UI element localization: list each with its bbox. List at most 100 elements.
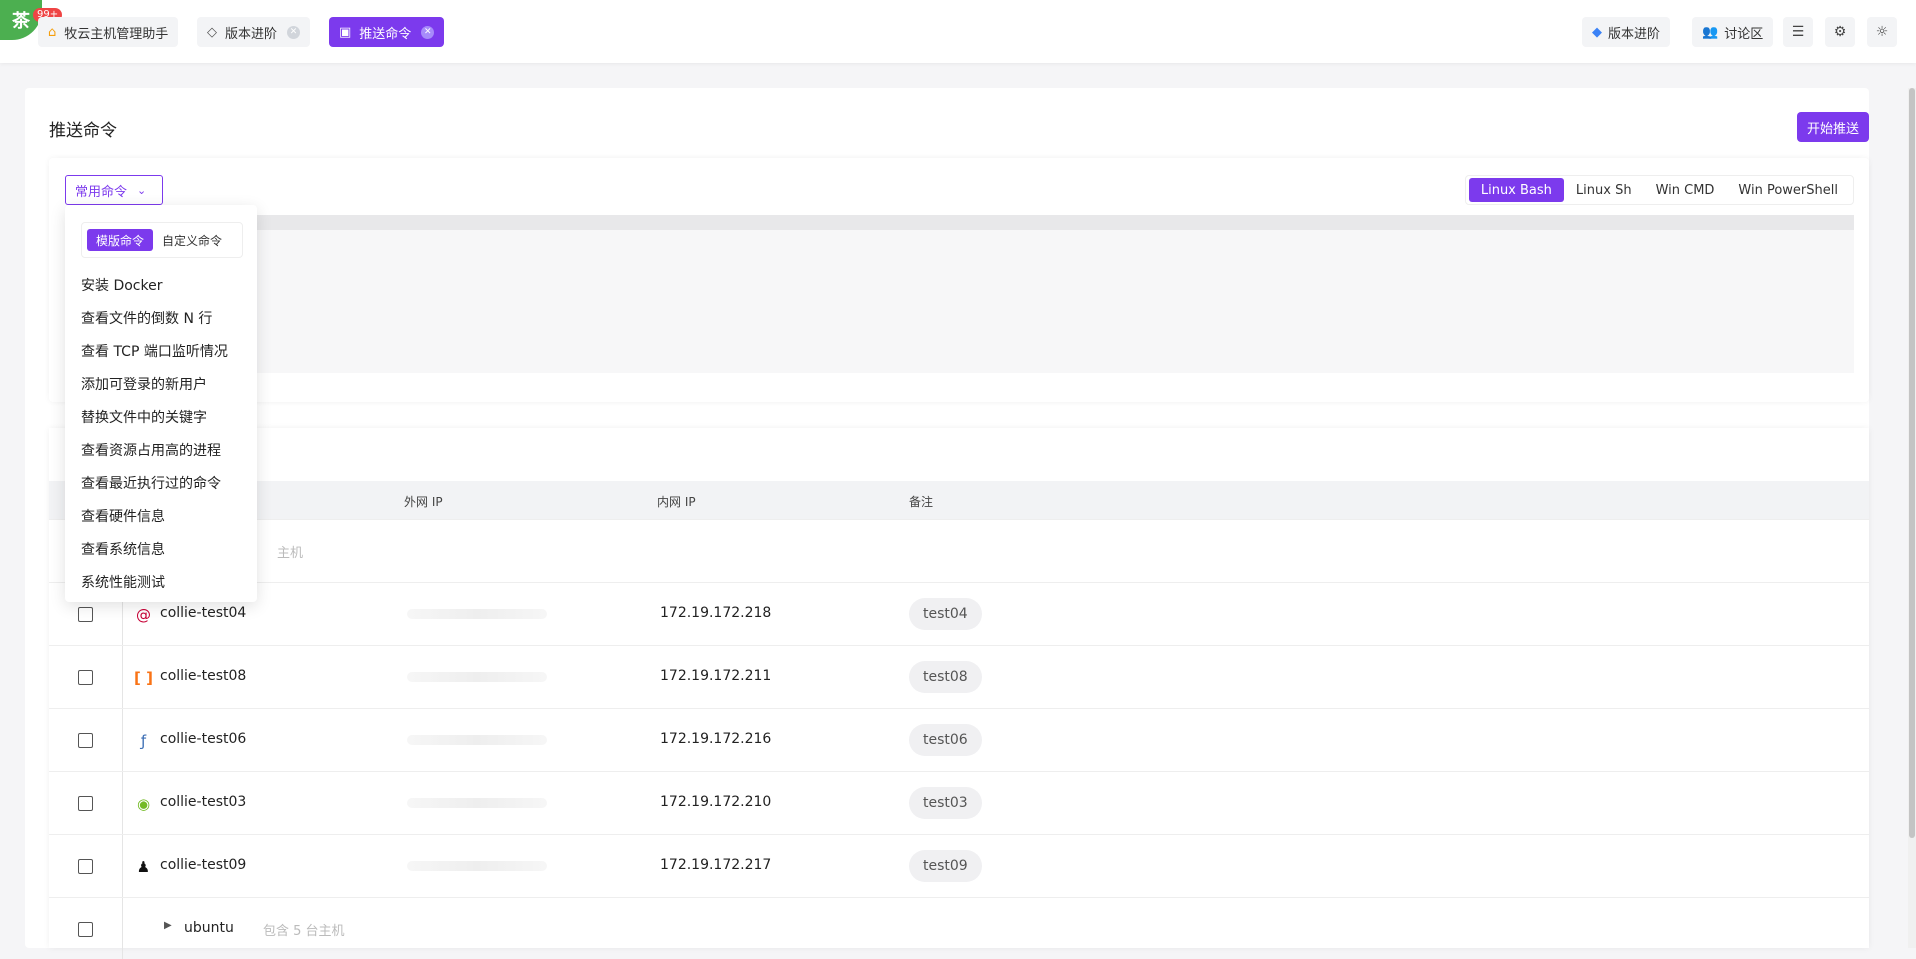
- col-note: 备注: [909, 495, 934, 509]
- users-icon: 👥: [1702, 24, 1719, 40]
- linux-tux-icon: ♟: [136, 857, 151, 876]
- host-table-panel: 外网 IP 内网 IP 备注 主机 @ collie-test04 172.19…: [49, 428, 1869, 959]
- tab-upgrade[interactable]: ◇ 版本进阶 ✕: [197, 17, 311, 47]
- close-icon[interactable]: ✕: [287, 25, 301, 39]
- shell-linux-sh[interactable]: Linux Sh: [1564, 178, 1644, 202]
- private-ip: 172.19.172.218: [660, 605, 772, 621]
- opensuse-icon: ◉: [136, 794, 151, 813]
- group-sub-label: 主机: [277, 546, 304, 561]
- fedora-icon: ƒ: [140, 731, 147, 750]
- editor-header-strip: [65, 215, 1854, 230]
- command-list: 安装 Docker 查看文件的倒数 N 行 查看 TCP 端口监听情况 添加可登…: [81, 268, 228, 598]
- sun-icon[interactable]: ☼: [1867, 17, 1897, 47]
- tab-label: 版本进阶: [225, 26, 278, 42]
- page-title: 推送命令: [49, 121, 117, 141]
- code-editor[interactable]: [65, 215, 1854, 373]
- upgrade-label: 版本进阶: [1608, 26, 1661, 42]
- menu-item[interactable]: 替换文件中的关键字: [81, 400, 228, 433]
- private-ip: 172.19.172.217: [660, 857, 772, 873]
- terminal-icon: ▣: [339, 24, 352, 40]
- group-row-ubuntu[interactable]: ▶ ubuntu 包含 5 台主机: [49, 897, 1869, 959]
- tab-template-commands[interactable]: 模版命令: [87, 229, 154, 251]
- public-ip-redacted: [407, 861, 547, 871]
- note-tag: test08: [909, 661, 982, 693]
- menu-item[interactable]: 安装 Docker: [81, 268, 228, 301]
- forum-label: 讨论区: [1724, 26, 1764, 42]
- menu-item[interactable]: 查看系统信息: [81, 532, 228, 565]
- select-label: 常用命令: [75, 184, 128, 200]
- host-name: collie-test06: [160, 731, 247, 747]
- tab-label: 推送命令: [359, 26, 412, 42]
- tab-push-command[interactable]: ▣ 推送命令 ✕: [329, 17, 445, 47]
- menu-item[interactable]: 添加可登录的新用户: [81, 367, 228, 400]
- divider: [122, 646, 123, 709]
- tab-home[interactable]: ⌂ 牧云主机管理助手: [38, 17, 179, 47]
- home-icon: ⌂: [48, 24, 57, 40]
- common-commands-select[interactable]: 常用命令 ⌄: [65, 175, 163, 205]
- row-checkbox[interactable]: [78, 859, 93, 874]
- debian-icon: @: [136, 605, 151, 624]
- main-card: 推送命令 开始推送 常用命令 ⌄ Linux Bash Linux Sh Win…: [25, 88, 1869, 959]
- table-header: 外网 IP 内网 IP 备注: [49, 481, 1869, 519]
- table-row[interactable]: ♟ collie-test09 172.19.172.217 test09: [49, 834, 1869, 898]
- table-row[interactable]: ◉ collie-test03 172.19.172.210 test03: [49, 771, 1869, 835]
- scrollbar-thumb[interactable]: [1909, 88, 1915, 838]
- table-row[interactable]: [ ] collie-test08 172.19.172.211 test08: [49, 645, 1869, 709]
- col-public-ip: 外网 IP: [404, 495, 443, 509]
- upgrade-button[interactable]: ◆ 版本进阶: [1582, 17, 1671, 47]
- host-name: collie-test03: [160, 794, 247, 810]
- row-checkbox[interactable]: [78, 922, 93, 937]
- note-tag: test04: [909, 598, 982, 630]
- group-sub-label: 包含 5 台主机: [263, 924, 345, 939]
- divider: [122, 898, 123, 959]
- private-ip: 172.19.172.210: [660, 794, 772, 810]
- page-scrollbar[interactable]: [1908, 88, 1916, 948]
- col-private-ip: 内网 IP: [657, 495, 696, 509]
- tab-custom-commands[interactable]: 自定义命令: [153, 229, 231, 251]
- divider: [122, 835, 123, 898]
- menu-item[interactable]: 查看最近执行过的命令: [81, 466, 228, 499]
- public-ip-redacted: [407, 672, 547, 682]
- diamond-icon: ◆: [1592, 24, 1602, 40]
- table-row[interactable]: ƒ collie-test06 172.19.172.216 test06: [49, 708, 1869, 772]
- logo-glyph: 茶: [12, 11, 30, 32]
- shell-linux-bash[interactable]: Linux Bash: [1468, 178, 1564, 202]
- divider: [122, 709, 123, 772]
- row-checkbox[interactable]: [78, 733, 93, 748]
- private-ip: 172.19.172.216: [660, 731, 772, 747]
- forum-button[interactable]: 👥 讨论区: [1692, 17, 1774, 47]
- private-ip: 172.19.172.211: [660, 668, 772, 684]
- note-tag: test09: [909, 850, 982, 882]
- host-name: collie-test09: [160, 857, 247, 873]
- dropdown-tabs: 模版命令 自定义命令: [81, 222, 243, 258]
- row-checkbox[interactable]: [78, 670, 93, 685]
- diamond-icon: ◇: [207, 24, 217, 40]
- row-checkbox[interactable]: [78, 796, 93, 811]
- close-icon[interactable]: ✕: [421, 25, 435, 39]
- menu-item[interactable]: 查看资源占用高的进程: [81, 433, 228, 466]
- menu-item[interactable]: 查看硬件信息: [81, 499, 228, 532]
- caret-right-icon[interactable]: ▶: [164, 920, 172, 931]
- menu-item[interactable]: 查看 TCP 端口监听情况: [81, 334, 228, 367]
- public-ip-redacted: [407, 609, 547, 619]
- row-checkbox[interactable]: [78, 607, 93, 622]
- common-commands-dropdown: 模版命令 自定义命令 安装 Docker 查看文件的倒数 N 行 查看 TCP …: [65, 205, 257, 602]
- divider: [122, 772, 123, 835]
- public-ip-redacted: [407, 735, 547, 745]
- gear-icon[interactable]: ⚙: [1825, 17, 1855, 47]
- menu-item[interactable]: 查看文件的倒数 N 行: [81, 301, 228, 334]
- menu-item[interactable]: 系统性能测试: [81, 565, 228, 598]
- note-tag: test03: [909, 787, 982, 819]
- docs-icon[interactable]: ☰: [1783, 17, 1813, 47]
- top-bar: 茶 99+ ⌂ 牧云主机管理助手 ◇ 版本进阶 ✕ ▣ 推送命令 ✕ ◆ 版本进…: [0, 0, 1916, 63]
- tab-label: 牧云主机管理助手: [64, 26, 169, 42]
- shell-win-cmd[interactable]: Win CMD: [1644, 178, 1727, 202]
- public-ip-redacted: [407, 798, 547, 808]
- shell-win-powershell[interactable]: Win PowerShell: [1726, 178, 1850, 202]
- shell-selector: Linux Bash Linux Sh Win CMD Win PowerShe…: [1464, 175, 1854, 205]
- aliyun-icon: [ ]: [134, 668, 153, 687]
- table-row[interactable]: @ collie-test04 172.19.172.218 test04: [49, 582, 1869, 646]
- start-push-button[interactable]: 开始推送: [1796, 112, 1869, 142]
- note-tag: test06: [909, 724, 982, 756]
- chevron-down-icon: ⌄: [137, 183, 147, 197]
